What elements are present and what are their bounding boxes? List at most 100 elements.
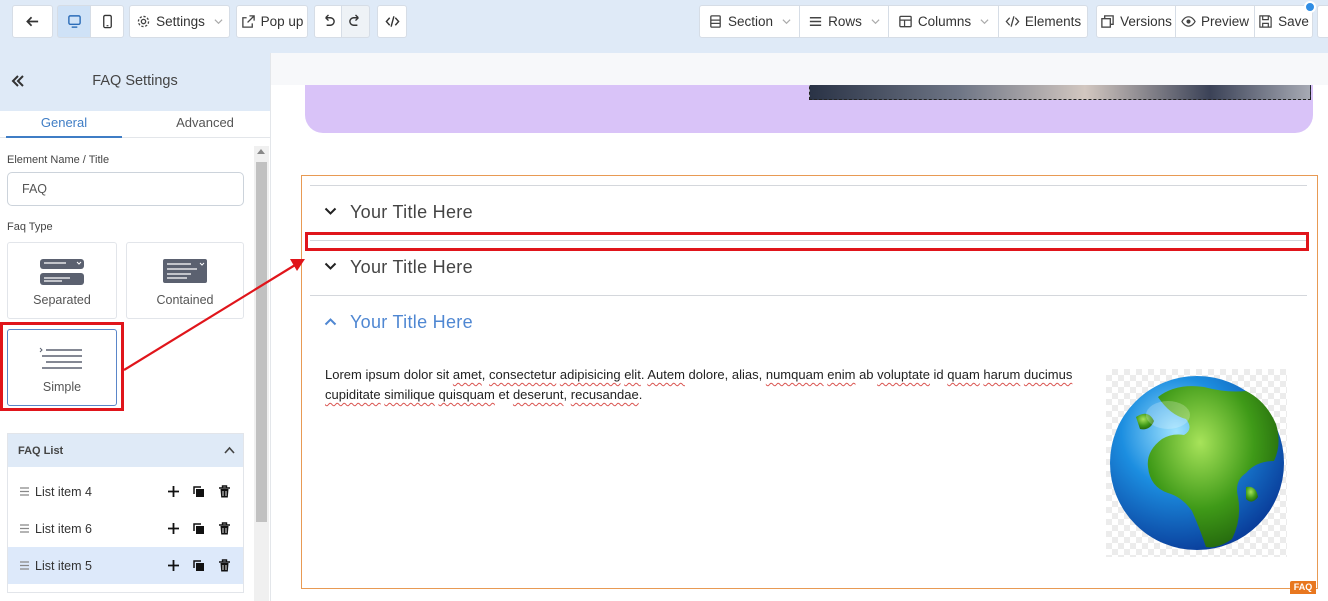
chevron-down-icon (324, 262, 337, 270)
chevron-up-icon[interactable] (224, 446, 235, 454)
copy-icon[interactable] (192, 485, 205, 498)
list-item[interactable]: List item 4 (8, 473, 243, 510)
versions-label: Versions (1120, 14, 1172, 29)
faq-list-header[interactable]: FAQ List (8, 434, 243, 467)
trash-icon[interactable] (218, 485, 231, 498)
faq-item-open[interactable]: Your Title Here (310, 305, 1307, 339)
tab-advanced[interactable]: Advanced (147, 115, 263, 138)
list-item[interactable]: List item 5 (8, 547, 243, 584)
preview-button[interactable]: Preview (1175, 5, 1255, 38)
faq-item[interactable]: Your Title Here (310, 195, 1307, 229)
add-icon[interactable] (167, 485, 180, 498)
desktop-view-button[interactable] (57, 5, 91, 38)
popup-button[interactable]: Pop up (236, 5, 308, 38)
mobile-view-button[interactable] (90, 5, 124, 38)
drag-handle-icon[interactable] (20, 487, 29, 496)
element-name-input[interactable] (7, 172, 244, 206)
faq-item[interactable]: Your Title Here (310, 250, 1307, 284)
versions-button[interactable]: Versions (1096, 5, 1176, 38)
faq-type-contained[interactable]: Contained (126, 242, 244, 319)
list-item-label: List item 5 (35, 559, 92, 573)
save-icon (1259, 15, 1272, 28)
faq-item-title: Your Title Here (350, 312, 473, 332)
faq-divider (310, 295, 1307, 296)
undo-button[interactable] (314, 5, 342, 38)
copy-icon[interactable] (192, 559, 205, 572)
rows-button[interactable]: Rows (799, 5, 889, 38)
rows-label: Rows (828, 14, 862, 29)
code-icon (384, 16, 400, 27)
chevron-down-icon (980, 19, 989, 25)
annotation-highlight-divider (305, 232, 1309, 251)
external-link-icon (241, 15, 255, 28)
faq-type-label: Faq Type (7, 221, 53, 233)
undo-icon (324, 14, 335, 26)
code-button[interactable] (377, 5, 407, 38)
chevron-down-icon (214, 19, 223, 25)
redo-button[interactable] (341, 5, 370, 38)
panel-scrollbar[interactable] (254, 146, 269, 601)
columns-button[interactable]: Columns (888, 5, 999, 38)
section-icon (710, 15, 721, 28)
elements-label: Elements (1024, 14, 1082, 29)
trash-icon[interactable] (218, 522, 231, 535)
section-label: Section (727, 14, 774, 29)
canvas-top-strip (271, 53, 1328, 85)
settings-button[interactable]: Settings (129, 5, 230, 38)
faq-item-title: Your Title Here (350, 202, 473, 222)
chevron-down-icon (782, 19, 791, 25)
contained-layout-icon (163, 259, 207, 283)
notification-dot (1304, 1, 1316, 13)
panel-tabs: General Advanced (0, 111, 270, 138)
desktop-icon (67, 15, 81, 28)
columns-icon (899, 15, 912, 28)
mobile-icon (102, 14, 112, 29)
list-item[interactable]: List item 6 (8, 510, 243, 547)
annotation-highlight-simple (0, 322, 124, 411)
panel-title: FAQ Settings (92, 73, 178, 89)
trash-icon[interactable] (218, 559, 231, 572)
redo-icon (349, 14, 359, 26)
add-icon[interactable] (167, 522, 180, 535)
faq-divider (310, 185, 1307, 186)
save-label: Save (1278, 14, 1309, 29)
rows-icon (809, 17, 822, 26)
faq-item-title: Your Title Here (350, 257, 473, 277)
settings-label: Settings (156, 14, 205, 29)
add-icon[interactable] (167, 559, 180, 572)
faq-answer-text: Lorem ipsum dolor sit amet, consectetur … (325, 367, 1073, 402)
preview-label: Preview (1200, 14, 1249, 29)
chevron-down-icon (871, 19, 880, 25)
columns-label: Columns (917, 14, 972, 29)
element-tag[interactable]: FAQ (1290, 581, 1316, 594)
scrollbar-thumb[interactable] (256, 162, 267, 522)
popup-label: Pop up (260, 14, 304, 29)
more-button[interactable] (1317, 5, 1328, 38)
gear-icon (137, 15, 150, 28)
code-icon (1005, 16, 1020, 27)
faq-list-title: FAQ List (18, 445, 64, 457)
chevron-up-icon (324, 318, 337, 326)
faq-type-label-separated: Separated (33, 293, 91, 307)
panel-header: FAQ Settings (0, 53, 270, 111)
eye-icon (1181, 16, 1196, 27)
faq-type-label-contained: Contained (156, 293, 214, 307)
elements-button[interactable]: Elements (998, 5, 1088, 38)
arrow-left-icon (26, 16, 39, 27)
faq-type-separated[interactable]: Separated (7, 242, 117, 319)
chevron-down-icon (324, 207, 337, 215)
list-item-label: List item 4 (35, 485, 92, 499)
section-button[interactable]: Section (699, 5, 800, 38)
globe-image[interactable] (1106, 369, 1287, 557)
list-item-label: List item 6 (35, 522, 92, 536)
faq-list: FAQ List List item 4 List item 6 List it… (7, 433, 244, 593)
drag-handle-icon[interactable] (20, 524, 29, 533)
drag-handle-icon[interactable] (20, 561, 29, 570)
top-toolbar: Settings Pop up Section Rows Columns Ele… (0, 0, 1328, 53)
separated-layout-icon (40, 259, 84, 285)
tab-general[interactable]: General (6, 115, 122, 138)
scroll-up-arrow-icon[interactable] (257, 149, 265, 154)
back-button[interactable] (12, 5, 53, 38)
copy-icon[interactable] (192, 522, 205, 535)
globe-icon (1110, 376, 1284, 550)
